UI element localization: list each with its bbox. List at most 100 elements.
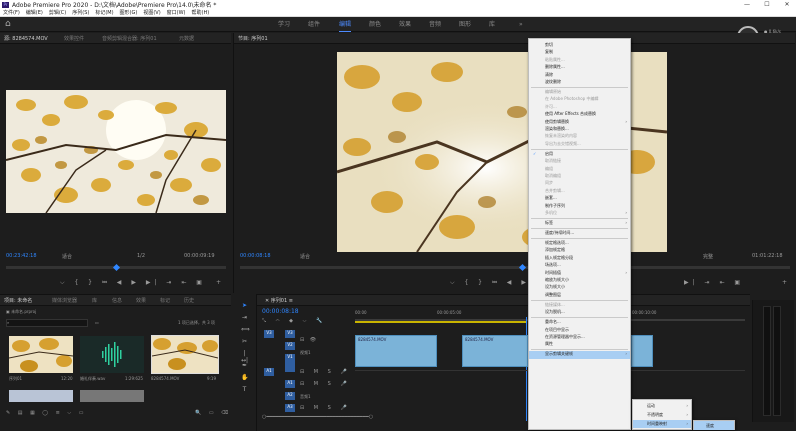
tab-sequence[interactable]: ✕ 序列01 ≡ (265, 297, 293, 304)
context-menu-item[interactable]: 剪切 (545, 42, 553, 48)
workspace-tab-graphics[interactable]: 图形 (459, 17, 471, 32)
source-transport-controls[interactable]: ⌵ { } ⏮ ◀ ▶ ▶| ⇥ ⇤ ▣ (60, 279, 206, 287)
context-menu-item[interactable]: 渲染和替换... (545, 126, 569, 132)
workspace-tab-editing[interactable]: 编辑 (339, 17, 352, 32)
context-menu-item[interactable]: 制作子序列 (545, 203, 565, 209)
context-menu-item[interactable]: 清除 (545, 72, 553, 78)
tab-effect-controls[interactable]: 效果控件 (64, 35, 84, 42)
workspace-tab-learn[interactable]: 学习 (278, 17, 290, 32)
context-menu-item[interactable]: 嵌套... (545, 195, 557, 201)
menu-sequence[interactable]: 序列(S) (72, 9, 89, 16)
program-scrub-bar[interactable] (240, 266, 790, 269)
project-search-input[interactable] (6, 319, 88, 327)
context-menu-item[interactable]: 属性 (545, 341, 553, 347)
program-transport-controls[interactable]: ⌵ { } ⏮ ◀ ▶ (450, 279, 530, 287)
source-fit-select[interactable]: 适合 (62, 253, 72, 260)
tab-effects[interactable]: 效果 (136, 297, 146, 304)
track-toggle-v3[interactable]: V3 (264, 330, 274, 338)
project-item-partial-1[interactable] (9, 390, 73, 402)
context-menu-item[interactable]: 重命名... (545, 319, 561, 325)
program-fit-select[interactable]: 适合 (300, 253, 310, 260)
menu-window[interactable]: 窗口(W) (167, 9, 186, 16)
menu-view[interactable]: 视图(V) (143, 9, 160, 16)
v-track-controls[interactable]: ⊟ 👁 (300, 337, 318, 343)
context-menu-item[interactable]: 使用 After Effects 合成替换 (545, 111, 596, 117)
menu-clip[interactable]: 剪辑(C) (49, 9, 66, 16)
tab-project[interactable]: 项目: 未命名 (4, 297, 32, 304)
submenu-motion[interactable]: 运动 (647, 403, 655, 409)
context-menu-item[interactable]: 在资源管理器中显示... (545, 334, 585, 340)
tab-history[interactable]: 历史 (184, 297, 194, 304)
track-select-tool-icon[interactable]: ⇥ (241, 314, 248, 321)
submenu-speed[interactable]: 速度 (706, 423, 714, 429)
submenu-time-remapping[interactable]: 时间重映射 (647, 421, 667, 427)
tab-audio-clip-mixer[interactable]: 音频剪辑混合器: 序列01 (102, 35, 157, 42)
context-menu-item[interactable]: 速度/持续时间... (545, 230, 574, 236)
track-header-a2[interactable]: A2 (285, 392, 295, 400)
context-menu-item[interactable]: 删除属性... (545, 64, 565, 70)
context-menu-item[interactable]: 设为脱机... (545, 309, 565, 315)
hand-tool-icon[interactable]: ✋ (241, 374, 248, 381)
source-timecode[interactable]: 00:23:42:18 (6, 253, 37, 259)
context-menu-item[interactable]: 设为帧大小 (545, 284, 565, 290)
source-quality-select[interactable]: 1/2 (137, 253, 145, 259)
context-menu-item[interactable]: 显示剪辑关键帧 (545, 351, 573, 357)
maximize-button[interactable]: ☐ (760, 0, 774, 9)
context-menu-item[interactable]: 在项目中显示 (545, 327, 569, 333)
tab-source[interactable]: 源: 8284574.MOV (4, 35, 48, 42)
selection-tool-icon[interactable]: ➤ (241, 302, 248, 309)
tab-markers[interactable]: 标记 (160, 297, 170, 304)
timeline-zoom-bar[interactable]: ○━━━━━━━━━━━━━━━━━━━━━━━━━━━━━━━━━━○ (262, 414, 373, 420)
a3-track-controls[interactable]: ⊟ M S 🎤 (300, 405, 351, 411)
context-menu-item[interactable]: 调整图层 (545, 292, 561, 298)
track-header-a3[interactable]: A3 (285, 404, 295, 412)
program-timecode[interactable]: 00:00:08:18 (240, 253, 271, 259)
context-menu-item[interactable]: 缩放为帧大小 (545, 277, 569, 283)
razor-tool-icon[interactable]: ✂ (241, 338, 248, 345)
menu-help[interactable]: 帮助(H) (192, 9, 210, 16)
submenu-opacity[interactable]: 不透明度 (647, 412, 663, 418)
slip-tool-icon[interactable]: |↔| (241, 350, 248, 364)
workspace-tab-audio[interactable]: 音频 (429, 17, 441, 32)
project-footer-controls[interactable]: ✎ ▤ ▦ ◯ ≡ ⌵ ▭ (6, 410, 86, 416)
track-header-v1[interactable]: V1 (285, 354, 295, 372)
type-tool-icon[interactable]: T (241, 386, 248, 393)
minimize-button[interactable]: — (740, 0, 754, 9)
context-menu-item[interactable]: 时间插值 (545, 270, 561, 276)
workspace-tab-color[interactable]: 颜色 (369, 17, 381, 32)
context-menu-item[interactable]: 使用剪辑替换 (545, 119, 569, 125)
project-item-clip-selected[interactable] (151, 335, 219, 374)
menu-graphics[interactable]: 图形(G) (120, 9, 138, 16)
a-track-controls[interactable]: ⊟ M S 🎤 (300, 369, 351, 375)
menu-file[interactable]: 文件(F) (3, 9, 20, 16)
workspace-tab-effects[interactable]: 效果 (399, 17, 411, 32)
workspace-tab-assembly[interactable]: 组件 (308, 17, 320, 32)
program-extra-controls[interactable]: ▶| ⇥ ⇤ ▣ (684, 279, 744, 286)
work-area-bar[interactable] (355, 321, 527, 323)
workspace-tab-libraries[interactable]: 库 (489, 17, 495, 32)
tab-media-browser[interactable]: 媒体浏览器 (52, 297, 77, 304)
a2-track-controls[interactable]: ⊟ M S 🎤 (300, 381, 351, 387)
source-add-button[interactable]: + (216, 279, 221, 286)
track-toggle-a1[interactable]: A1 (264, 368, 274, 376)
context-menu-item[interactable]: 添加帧定格 (545, 247, 565, 253)
timeline-clip-3[interactable] (631, 335, 653, 367)
track-header-v2[interactable]: V2 (285, 342, 295, 350)
tab-program[interactable]: 节目: 序列01 (238, 35, 268, 42)
context-menu-item[interactable]: 波纹删除 (545, 79, 561, 85)
context-menu-item[interactable]: 启用 (545, 151, 553, 157)
close-button[interactable]: ✕ (780, 0, 794, 9)
pen-tool-icon[interactable]: ✒ (241, 362, 248, 369)
project-item-partial-2[interactable] (80, 390, 144, 402)
tab-info[interactable]: 信息 (112, 297, 122, 304)
timeline-clip-2[interactable]: 8284574.MOV (462, 335, 528, 367)
track-header-a1[interactable]: A1 (285, 380, 295, 388)
timeline-clip-1[interactable]: 8284574.MOV (355, 335, 437, 367)
tab-metadata[interactable]: 元数据 (179, 35, 194, 42)
new-bin-icon[interactable]: ▭ (95, 320, 99, 325)
timeline-playhead[interactable] (526, 317, 527, 421)
workspace-more-button[interactable]: » (519, 17, 523, 32)
context-menu-item[interactable]: 插入帧定格分段 (545, 255, 573, 261)
context-menu-item[interactable]: 标签 (545, 220, 553, 226)
timeline-timecode[interactable]: 00:00:08:18 (262, 308, 299, 315)
